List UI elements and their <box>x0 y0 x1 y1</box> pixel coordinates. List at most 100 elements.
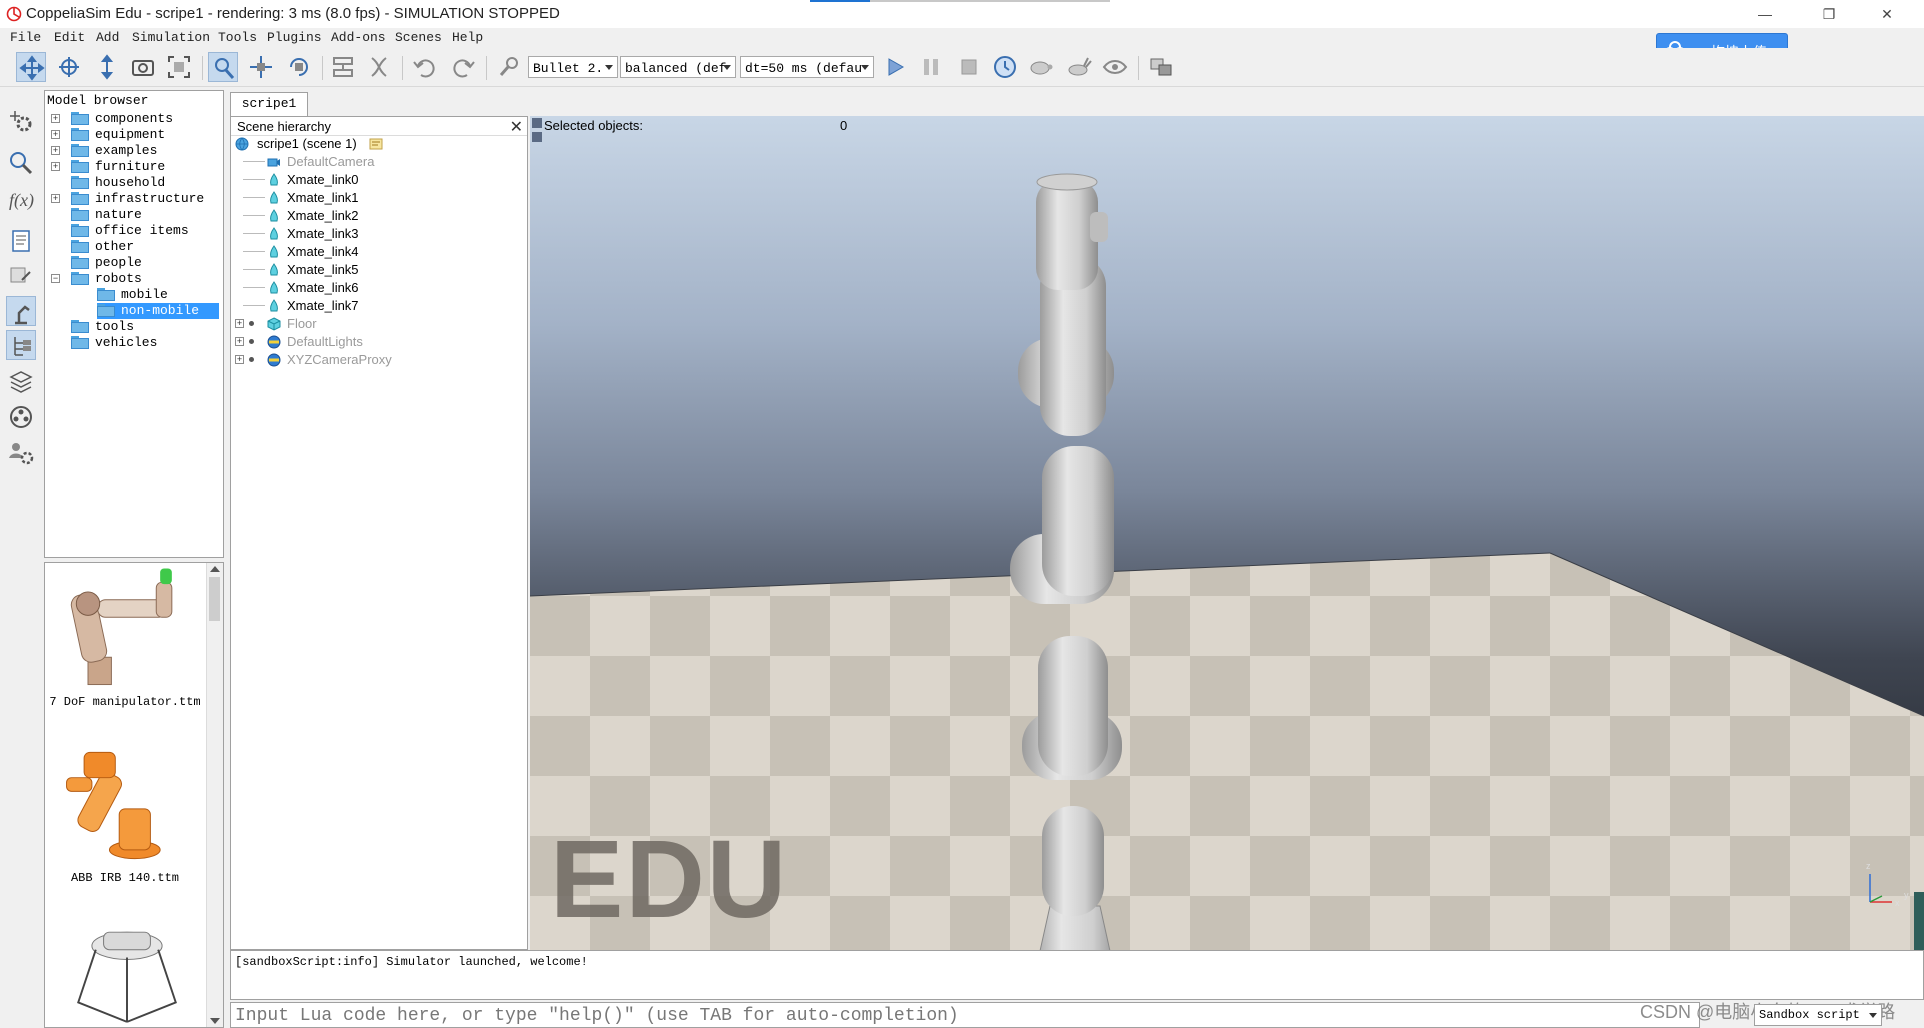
menu-file[interactable]: File <box>10 30 41 45</box>
menu-addons[interactable]: Add-ons <box>331 30 386 45</box>
restore-button[interactable]: ❐ <box>1806 0 1852 28</box>
timestep-select[interactable]: dt=50 ms (defau <box>740 56 874 78</box>
hierarchy-item-defaultlights[interactable]: + DefaultLights <box>233 333 523 351</box>
pause-simulation-button[interactable] <box>916 52 946 82</box>
redo-button[interactable] <box>448 52 478 82</box>
close-button[interactable]: ✕ <box>1864 0 1910 28</box>
collections-button[interactable] <box>6 148 36 178</box>
expand-icon[interactable]: + <box>51 130 60 139</box>
tree-item-components[interactable]: + components <box>49 111 219 127</box>
assemble-button[interactable] <box>328 52 358 82</box>
hierarchy-item-xmate-link7[interactable]: Xmate_link7 <box>233 297 523 315</box>
speed-up-button[interactable] <box>1064 52 1094 82</box>
hierarchy-item-xyzcameraproxy[interactable]: + XYZCameraProxy <box>233 351 523 369</box>
hierarchy-item-xmate-link5[interactable]: Xmate_link5 <box>233 261 523 279</box>
script-icon[interactable] <box>369 137 383 151</box>
tree-item-household[interactable]: household <box>49 175 219 191</box>
collapse-icon[interactable]: − <box>51 274 60 283</box>
close-icon[interactable]: ✕ <box>510 117 523 137</box>
hierarchy-item-floor[interactable]: + Floor <box>233 315 523 333</box>
visualization-toggle-button[interactable] <box>1100 52 1130 82</box>
camera-rotate-button[interactable] <box>54 52 84 82</box>
tree-item-robots[interactable]: − robots <box>49 271 219 287</box>
camera-shift-button[interactable] <box>92 52 122 82</box>
viewport-option-icon[interactable] <box>532 132 542 142</box>
dynamics-settings-button[interactable] <box>494 52 524 82</box>
expand-icon[interactable]: + <box>235 337 244 346</box>
fit-to-view-button[interactable] <box>164 52 194 82</box>
object-shift-button[interactable] <box>246 52 276 82</box>
hierarchy-item-xmate-link4[interactable]: Xmate_link4 <box>233 243 523 261</box>
stop-simulation-button[interactable] <box>954 52 984 82</box>
scene-hierarchy-toggle[interactable] <box>6 330 36 360</box>
tab-scene[interactable]: scripe1 <box>230 92 308 116</box>
expand-icon[interactable]: + <box>235 319 244 328</box>
simulation-settings-button[interactable] <box>6 106 36 136</box>
thumbnail-delta-robot[interactable] <box>45 923 207 1027</box>
undo-button[interactable] <box>410 52 440 82</box>
tree-item-other[interactable]: other <box>49 239 219 255</box>
hierarchy-item-xmate-link6[interactable]: Xmate_link6 <box>233 279 523 297</box>
camera-angle-button[interactable] <box>128 52 158 82</box>
dummy-sphere-icon <box>267 353 281 367</box>
video-recorder-button[interactable] <box>6 402 36 432</box>
viewport-minimize-icon[interactable] <box>532 118 542 128</box>
object-rotate-button[interactable] <box>284 52 314 82</box>
transfer-dna-button[interactable] <box>364 52 394 82</box>
tree-item-mobile[interactable]: mobile <box>49 287 219 303</box>
viewport-side-handle[interactable] <box>1914 892 1924 950</box>
tree-item-infrastructure[interactable]: + infrastructure <box>49 191 219 207</box>
thumbnail-abb-irb-140[interactable]: ABB IRB 140.ttm <box>45 739 207 911</box>
camera-pan-button[interactable] <box>16 52 46 82</box>
lua-command-input[interactable]: Input Lua code here, or type "help()" (u… <box>230 1002 1700 1028</box>
tree-item-equipment[interactable]: + equipment <box>49 127 219 143</box>
shape-edit-button[interactable] <box>6 260 36 290</box>
user-settings-button[interactable] <box>6 438 36 468</box>
engine-accuracy-select[interactable]: balanced (def <box>620 56 736 78</box>
tree-item-non-mobile[interactable]: non-mobile <box>97 303 219 319</box>
expand-icon[interactable]: + <box>51 146 60 155</box>
scripts-button[interactable] <box>6 226 36 256</box>
tree-item-furniture[interactable]: + furniture <box>49 159 219 175</box>
hierarchy-item-xmate-link0[interactable]: Xmate_link0 <box>233 171 523 189</box>
menu-tools[interactable]: Tools <box>218 30 257 45</box>
scroll-up-icon[interactable] <box>210 566 220 572</box>
thumbnail-7dof-manipulator[interactable]: 7 DoF manipulator.ttm <box>45 563 207 733</box>
page-selector-button[interactable] <box>1146 52 1176 82</box>
expand-icon[interactable]: + <box>51 162 60 171</box>
menu-scenes[interactable]: Scenes <box>395 30 442 45</box>
tree-item-office-items[interactable]: office items <box>49 223 219 239</box>
slow-down-button[interactable] <box>1026 52 1056 82</box>
menu-edit[interactable]: Edit <box>54 30 85 45</box>
minimize-button[interactable]: — <box>1742 0 1788 28</box>
script-target-select[interactable]: Sandbox script <box>1754 1004 1882 1026</box>
hierarchy-root[interactable]: scripe1 (scene 1) <box>233 135 523 153</box>
thumbnail-scrollbar[interactable] <box>206 563 223 1027</box>
tree-item-nature[interactable]: nature <box>49 207 219 223</box>
tree-item-tools[interactable]: tools <box>49 319 219 335</box>
layers-button[interactable] <box>6 366 36 396</box>
tree-item-examples[interactable]: + examples <box>49 143 219 159</box>
expand-icon[interactable]: + <box>235 355 244 364</box>
click-select-button[interactable] <box>208 52 238 82</box>
hierarchy-item-xmate-link2[interactable]: Xmate_link2 <box>233 207 523 225</box>
expand-icon[interactable]: + <box>51 114 60 123</box>
scroll-down-icon[interactable] <box>210 1018 220 1024</box>
tree-item-vehicles[interactable]: vehicles <box>49 335 219 351</box>
tree-item-people[interactable]: people <box>49 255 219 271</box>
calculation-modules-button[interactable]: f(x) <box>6 184 36 214</box>
physics-engine-select[interactable]: Bullet 2. <box>528 56 618 78</box>
menu-add[interactable]: Add <box>96 30 119 45</box>
hierarchy-item-xmate-link1[interactable]: Xmate_link1 <box>233 189 523 207</box>
start-simulation-button[interactable] <box>880 52 910 82</box>
hierarchy-item-xmate-link3[interactable]: Xmate_link3 <box>233 225 523 243</box>
menu-simulation[interactable]: Simulation <box>132 30 210 45</box>
scroll-thumb[interactable] <box>209 577 220 621</box>
model-browser-toggle[interactable] <box>6 296 36 326</box>
scene-viewport[interactable]: Selected objects: 0 EDU z x y <box>530 116 1924 950</box>
hierarchy-item-defaultcamera[interactable]: DefaultCamera <box>233 153 523 171</box>
real-time-button[interactable] <box>990 52 1020 82</box>
expand-icon[interactable]: + <box>51 194 60 203</box>
menu-help[interactable]: Help <box>452 30 483 45</box>
menu-plugins[interactable]: Plugins <box>267 30 322 45</box>
